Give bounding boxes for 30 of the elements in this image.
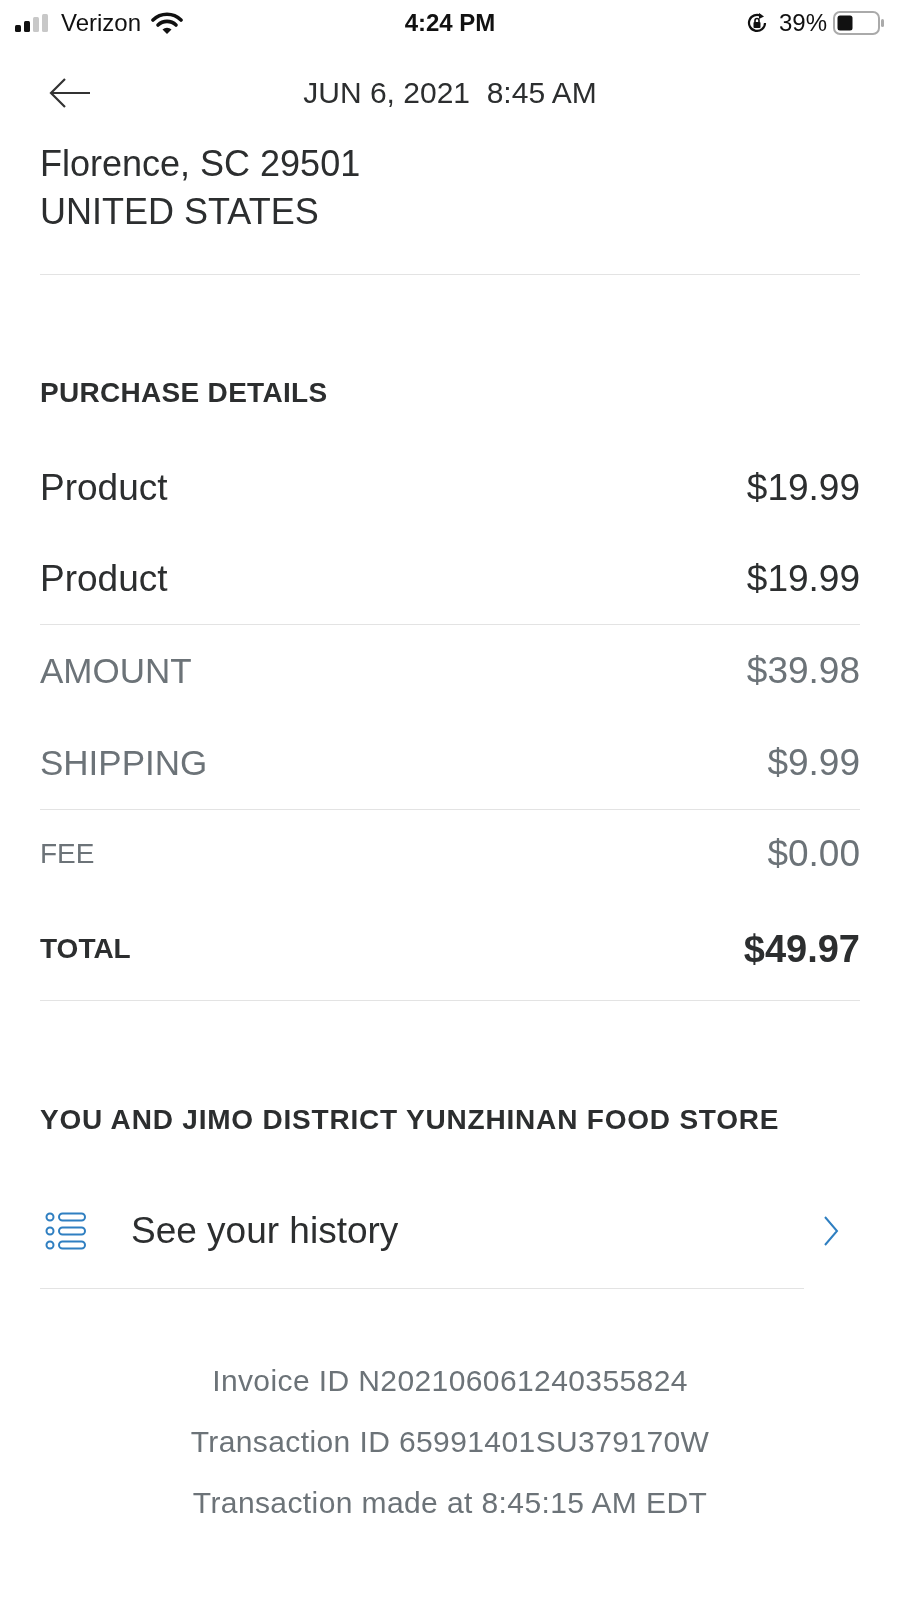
amount-label: AMOUNT — [40, 649, 192, 692]
history-link[interactable]: See your history — [40, 1174, 860, 1288]
back-button[interactable] — [49, 77, 91, 108]
list-icon — [45, 1212, 87, 1250]
item-price: $19.99 — [746, 465, 860, 510]
item-price: $19.99 — [746, 556, 860, 601]
transaction-date: JUN 6, 2021 8:45 AM — [303, 75, 597, 111]
transaction-info: Transaction made at 8:45:15 AM EDT — [192, 1485, 708, 1521]
address-line: UNITED STATES — [40, 190, 320, 234]
battery-icon — [833, 10, 885, 35]
amount-value: $39.98 — [746, 649, 860, 694]
transaction-info: Transaction ID 65991401SU379170W — [190, 1424, 710, 1460]
transaction-info: Invoice ID N202106061240355824 — [212, 1363, 688, 1399]
fee-label: FEE — [40, 837, 95, 871]
item-name: Product — [40, 465, 168, 510]
item-name: Product — [40, 556, 168, 601]
wifi-icon — [151, 10, 184, 35]
carrier-name: Verizon — [61, 7, 142, 38]
signal-icon — [15, 13, 51, 32]
section-heading: PURCHASE DETAILS — [40, 377, 329, 409]
chevron-right-icon — [823, 1215, 839, 1247]
amount-label: SHIPPING — [40, 741, 208, 784]
clock-time: 4:24 PM — [404, 7, 496, 38]
battery-percentage: 39% — [778, 7, 827, 38]
total-label: TOTAL — [40, 932, 131, 966]
total-value: $49.97 — [743, 926, 860, 972]
section-heading: YOU AND JIMO DISTRICT YUNZHINAN FOOD STORE — [40, 1104, 781, 1136]
amount-value: $9.99 — [767, 741, 860, 786]
fee-value: $0.00 — [767, 832, 860, 877]
address-line: Florence, SC 29501 — [40, 142, 362, 186]
